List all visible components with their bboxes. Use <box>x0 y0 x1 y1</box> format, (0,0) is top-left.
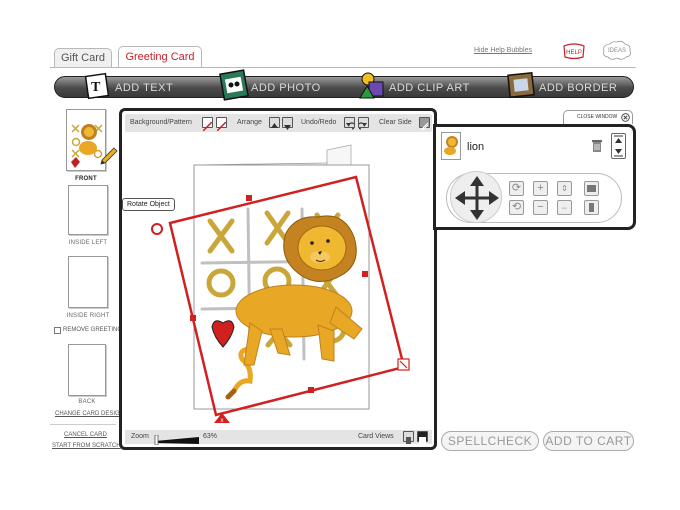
zoom-in-button[interactable]: + <box>533 181 548 196</box>
tab-greeting-card[interactable]: Greeting Card <box>118 46 202 68</box>
add-photo-button[interactable]: ADD PHOTO <box>219 69 359 101</box>
single-view-button[interactable] <box>403 431 414 444</box>
pattern-none-button[interactable] <box>216 117 227 132</box>
card-side-inside-right[interactable] <box>68 256 108 308</box>
main-toolbar: T ADD TEXT ADD PHOTO ADD CLIP ART ADD BO… <box>54 69 634 101</box>
flip-vertical-button[interactable]: ⇕ <box>557 181 572 196</box>
close-icon <box>621 113 630 122</box>
cancel-card-link[interactable]: CANCEL CARD <box>64 432 107 438</box>
svg-text:x: x <box>221 418 224 424</box>
card-views-label: Card Views <box>358 433 394 440</box>
ideas-badge[interactable]: IDEAS <box>600 40 634 62</box>
zoom-value: 63% <box>203 433 218 440</box>
trash-icon[interactable] <box>591 139 603 153</box>
close-window-tab[interactable]: CLOSE WINDOW <box>563 110 633 124</box>
svg-text:HELP: HELP <box>566 50 582 56</box>
clip-art-icon <box>359 72 384 99</box>
lion-thumbnail-icon <box>444 136 458 155</box>
arrange-label: Arrange <box>237 119 262 126</box>
single-view-icon <box>406 437 411 444</box>
fit-height-icon <box>589 203 594 212</box>
remove-greeting-label: REMOVE GREETING <box>63 327 123 333</box>
svg-text:T: T <box>91 80 101 95</box>
add-clip-art-button[interactable]: ADD CLIP ART <box>355 72 505 99</box>
spread-view-icon <box>419 437 426 444</box>
rotate-handle[interactable] <box>151 223 163 235</box>
card-side-inside-left[interactable] <box>68 185 108 235</box>
arrange-layers-button[interactable] <box>611 133 626 159</box>
fit-height-button[interactable] <box>584 200 599 215</box>
arrow-up-icon <box>271 123 278 128</box>
editor-toolbar: Background/Pattern Arrange Undo/Redo Cle… <box>125 114 432 132</box>
background-none-button[interactable] <box>202 117 213 132</box>
rotate-ccw-button[interactable]: ⟲ <box>509 200 524 215</box>
resize-handle[interactable] <box>397 358 410 371</box>
clear-side-label: Clear Side <box>379 119 412 126</box>
side-label-back: BACK <box>78 399 96 405</box>
pencil-icon <box>100 147 118 165</box>
rotate-cw-button[interactable]: ⟳ <box>509 181 524 196</box>
border-icon <box>507 71 535 99</box>
undo-button[interactable] <box>344 117 356 130</box>
undo-icon <box>346 122 356 130</box>
remove-greeting-checkbox[interactable] <box>54 327 61 334</box>
no-fill-icon <box>202 121 213 132</box>
tab-gift-card[interactable]: Gift Card <box>54 48 112 68</box>
no-pattern-icon <box>216 121 227 132</box>
help-badge[interactable]: HELP <box>561 42 587 62</box>
spread-view-button[interactable] <box>417 431 428 444</box>
arrow-down-icon <box>284 125 291 130</box>
svg-text:IDEAS: IDEAS <box>608 48 626 54</box>
object-name: lion <box>467 141 485 153</box>
photo-icon <box>219 69 249 101</box>
tab-divider <box>50 67 636 68</box>
add-to-cart-button[interactable]: ADD TO CART <box>543 431 634 451</box>
zoom-label: Zoom <box>131 433 149 440</box>
editor-footer: Zoom 63% Card Views <box>125 430 432 446</box>
card-side-back[interactable] <box>68 344 106 396</box>
zoom-slider[interactable] <box>153 432 201 446</box>
object-thumbnail <box>441 132 461 160</box>
background-pattern-label: Background/Pattern <box>130 119 192 126</box>
bring-forward-button[interactable] <box>269 117 280 128</box>
redo-button[interactable] <box>357 117 369 130</box>
move-pad[interactable] <box>450 171 502 223</box>
left-divider <box>50 424 116 425</box>
close-window-label: CLOSE WINDOW <box>577 114 618 120</box>
change-card-design-link[interactable]: CHANGE CARD DESIGN <box>55 411 124 417</box>
move-arrows-icon <box>455 176 499 220</box>
redo-icon <box>357 122 367 130</box>
spellcheck-button[interactable]: SPELLCHECK <box>441 431 539 451</box>
hide-help-bubbles-link[interactable]: Hide Help Bubbles <box>474 47 532 54</box>
card-editor-window: Background/Pattern Arrange Undo/Redo Cle… <box>119 108 437 450</box>
clear-side-button[interactable] <box>419 117 430 131</box>
side-label-front: FRONT <box>75 176 97 182</box>
side-label-inside-left: INSIDE LEFT <box>68 240 108 246</box>
text-icon: T <box>85 72 110 100</box>
layer-order-icon <box>614 135 623 157</box>
flip-horizontal-button[interactable]: ⇔ <box>557 200 572 215</box>
undo-redo-label: Undo/Redo <box>301 119 337 126</box>
fit-width-button[interactable] <box>584 181 599 196</box>
zoom-out-button[interactable]: − <box>533 200 548 215</box>
add-text-button[interactable]: T ADD TEXT <box>85 72 205 100</box>
send-backward-button[interactable] <box>282 117 293 130</box>
object-settings-panel: lion ⟳ ⟲ + − ⇕ ⇔ <box>433 124 636 230</box>
zoom-slider-track <box>154 434 199 446</box>
rotate-object-tooltip: Rotate Object <box>122 198 175 211</box>
fit-width-icon <box>587 185 596 192</box>
side-label-inside-right: INSIDE RIGHT <box>66 313 110 319</box>
add-border-button[interactable]: ADD BORDER <box>505 71 630 99</box>
start-from-scratch-link[interactable]: START FROM SCRATCH <box>52 443 121 449</box>
clear-icon <box>420 122 429 131</box>
card-canvas[interactable]: x <box>122 133 434 433</box>
